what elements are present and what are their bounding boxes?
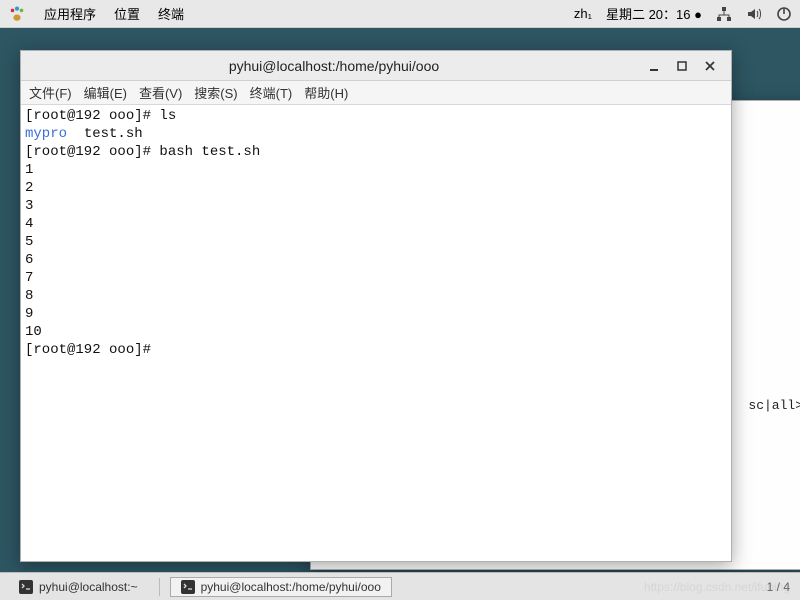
task-terminal-2[interactable]: pyhui@localhost:/home/pyhui/ooo: [170, 577, 392, 597]
terminal-menubar: 文件(F) 编辑(E) 查看(V) 搜索(S) 终端(T) 帮助(H): [21, 81, 731, 105]
menu-terminal-item[interactable]: 终端(T): [250, 83, 293, 102]
terminal-line: [root@192 ooo]#: [25, 341, 727, 359]
terminal-line: 4: [25, 215, 727, 233]
window-titlebar[interactable]: pyhui@localhost:/home/pyhui/ooo: [21, 51, 731, 81]
terminal-line: 8: [25, 287, 727, 305]
workspace-pager[interactable]: 1 / 4: [767, 580, 790, 594]
terminal-line: 10: [25, 323, 727, 341]
terminal-icon: [19, 580, 33, 594]
taskbar-separator: [159, 578, 160, 596]
menu-terminal[interactable]: 终端: [158, 4, 184, 23]
menu-help[interactable]: 帮助(H): [304, 83, 348, 102]
terminal-line: 5: [25, 233, 727, 251]
terminal-line: mypro test.sh: [25, 125, 727, 143]
terminal-line: 7: [25, 269, 727, 287]
task-label: pyhui@localhost:/home/pyhui/ooo: [201, 580, 381, 594]
terminal-line: 2: [25, 179, 727, 197]
close-button[interactable]: [699, 55, 721, 77]
terminal-line: 3: [25, 197, 727, 215]
terminal-line: 9: [25, 305, 727, 323]
maximize-button[interactable]: [671, 55, 693, 77]
directory-name: mypro: [25, 126, 67, 142]
terminal-line: [root@192 ooo]# bash test.sh: [25, 143, 727, 161]
bottom-taskbar: pyhui@localhost:~ pyhui@localhost:/home/…: [0, 572, 800, 600]
terminal-line: [root@192 ooo]# ls: [25, 107, 727, 125]
terminal-body[interactable]: [root@192 ooo]# lsmypro test.sh[root@192…: [21, 105, 731, 561]
terminal-line: 1: [25, 161, 727, 179]
network-icon[interactable]: [716, 6, 732, 22]
menu-file[interactable]: 文件(F): [29, 83, 72, 102]
terminal-line: 6: [25, 251, 727, 269]
menu-edit[interactable]: 编辑(E): [84, 83, 127, 102]
menu-applications[interactable]: 应用程序: [44, 4, 96, 23]
input-method-indicator[interactable]: zh₁: [574, 6, 592, 21]
minimize-button[interactable]: [643, 55, 665, 77]
volume-icon[interactable]: [746, 6, 762, 22]
menu-places[interactable]: 位置: [114, 4, 140, 23]
clock[interactable]: 星期二 20：16 ●: [606, 4, 702, 23]
task-label: pyhui@localhost:~: [39, 580, 138, 594]
menu-search[interactable]: 搜索(S): [194, 83, 237, 102]
terminal-icon: [181, 580, 195, 594]
task-terminal-1[interactable]: pyhui@localhost:~: [8, 577, 149, 597]
top-panel: 应用程序 位置 终端 zh₁ 星期二 20：16 ●: [0, 0, 800, 28]
terminal-window: pyhui@localhost:/home/pyhui/ooo 文件(F) 编辑…: [20, 50, 732, 562]
power-icon[interactable]: [776, 6, 792, 22]
window-title: pyhui@localhost:/home/pyhui/ooo: [31, 58, 637, 74]
menu-view[interactable]: 查看(V): [139, 83, 182, 102]
gnome-foot-icon: [8, 5, 26, 23]
